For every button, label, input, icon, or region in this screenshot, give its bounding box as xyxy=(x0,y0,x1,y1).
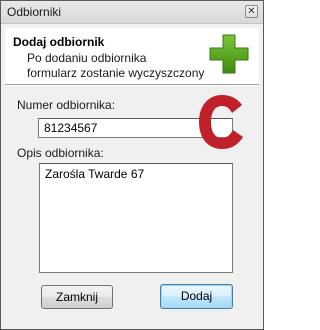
red-c-icon[interactable] xyxy=(194,91,250,153)
receiver-number-label: Numer odbiornika: xyxy=(17,98,116,112)
green-plus-icon xyxy=(209,34,249,74)
window-title: Odbiorniki xyxy=(7,5,62,19)
add-button[interactable]: Dodaj xyxy=(160,284,233,309)
close-window-button[interactable]: ✕ xyxy=(245,5,258,18)
receiver-description-textarea[interactable]: Zarośla Twarde 67 xyxy=(39,163,233,273)
close-icon: ✕ xyxy=(247,6,256,17)
header-panel: Dodaj odbiornik Po dodaniu odbiornika fo… xyxy=(5,28,259,85)
receiver-description-label: Opis odbiornika: xyxy=(17,146,104,160)
title-bar[interactable]: Odbiorniki ✕ xyxy=(1,1,263,24)
close-button[interactable]: Zamknij xyxy=(41,285,113,309)
header-description-line-2: formularz zostanie wyczyszczony xyxy=(27,66,205,80)
header-title: Dodaj odbiornik xyxy=(13,35,105,49)
dialog-window: Odbiorniki ✕ Dodaj odbiornik Po dodaniu … xyxy=(0,0,264,330)
header-description-line-1: Po dodaniu odbiornika xyxy=(27,51,147,65)
